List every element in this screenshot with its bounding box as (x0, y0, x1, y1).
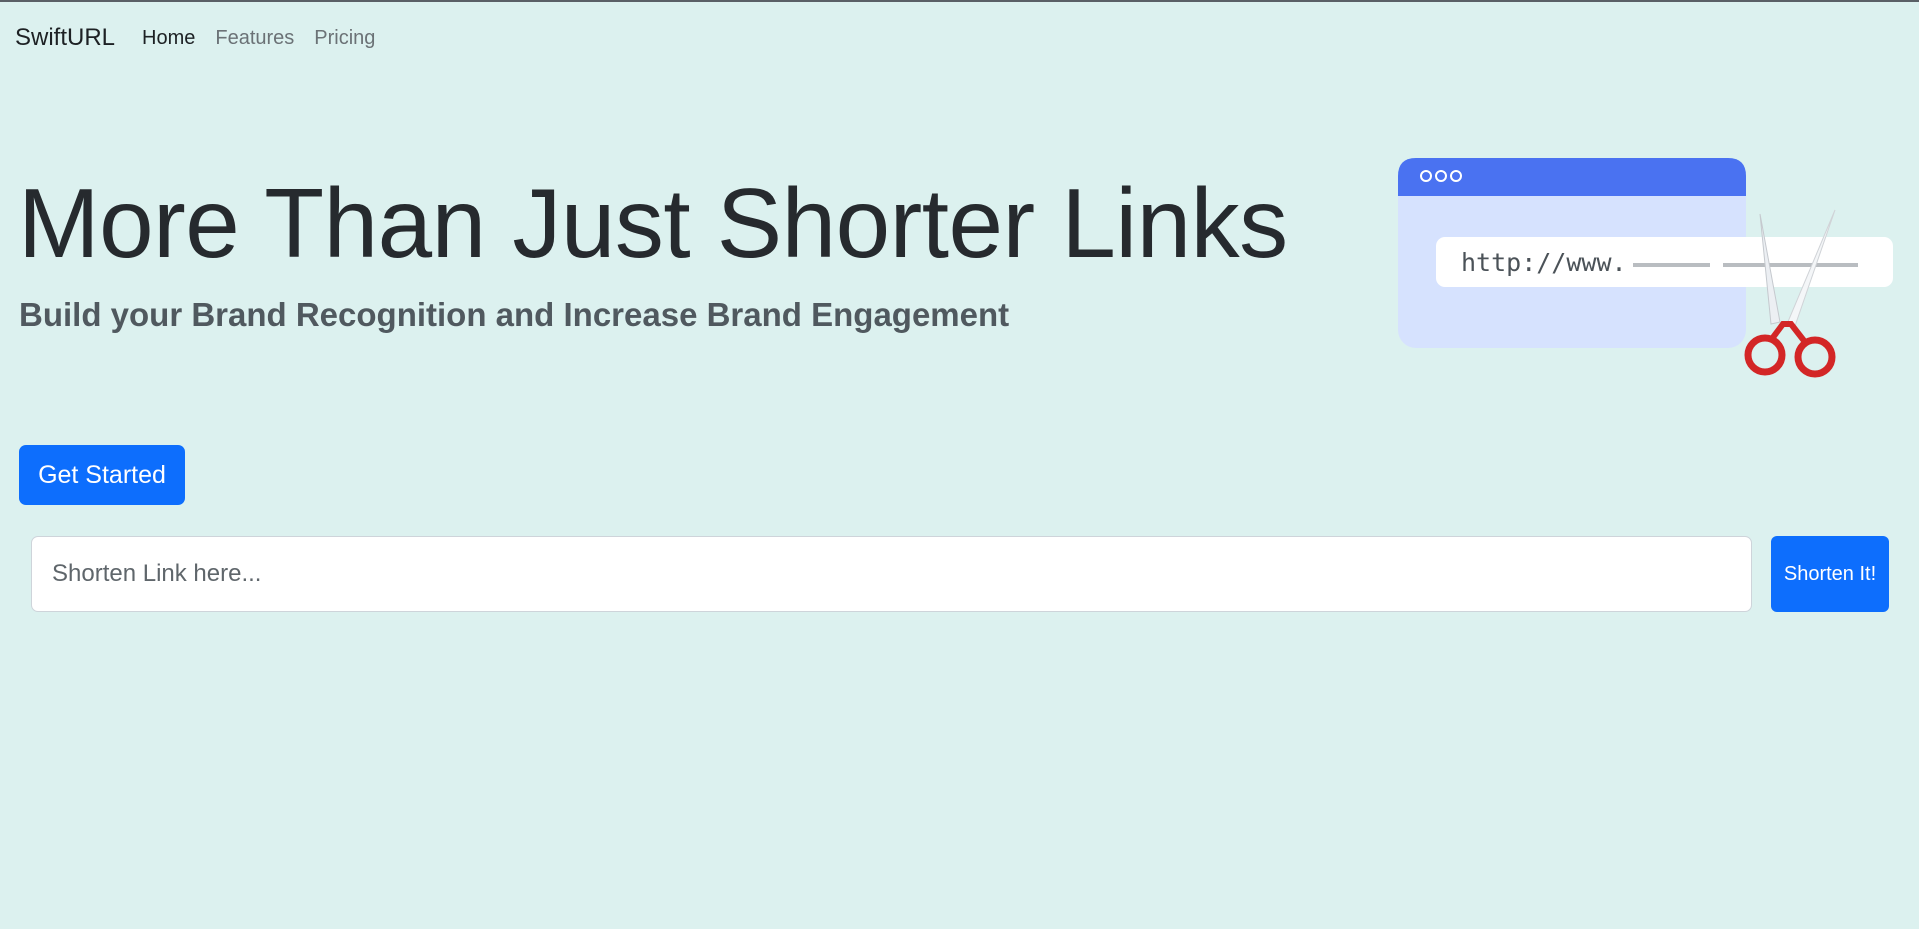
hero-title: More Than Just Shorter Links (18, 168, 1288, 278)
url-text: http://www. (1461, 248, 1627, 277)
scissors-icon (1744, 209, 1836, 378)
nav-link-pricing[interactable]: Pricing (314, 27, 375, 50)
nav-link-features[interactable]: Features (215, 27, 294, 50)
nav-links: Home Features Pricing (142, 27, 375, 50)
hero-subtitle: Build your Brand Recognition and Increas… (19, 296, 1010, 333)
get-started-button[interactable]: Get Started (19, 445, 185, 505)
nav-link-home[interactable]: Home (142, 27, 195, 50)
link-shortening-illustration: http://www. (1398, 158, 1893, 378)
shorten-link-input[interactable] (31, 536, 1752, 612)
brand-logo[interactable]: SwiftURL (15, 24, 115, 52)
navbar: SwiftURL Home Features Pricing (0, 2, 1919, 76)
shorten-it-button[interactable]: Shorten It! (1771, 536, 1889, 612)
